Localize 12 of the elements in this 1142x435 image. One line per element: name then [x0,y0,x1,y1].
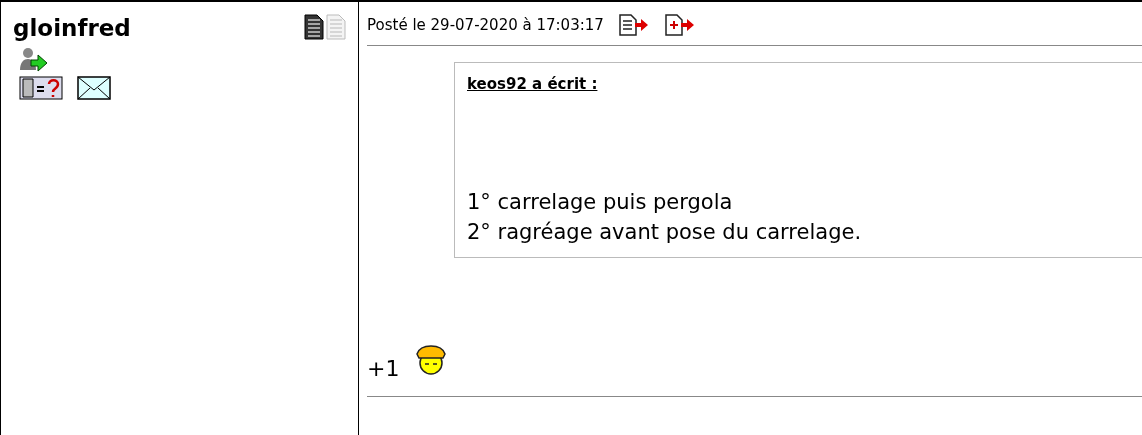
quote-text: 2° ragréage avant pose du carrelage. [467,219,863,246]
quote-text: 1° carrelage puis pergola [467,189,734,216]
document-plus-arrow-icon[interactable] [663,13,696,36]
profile-query-icon[interactable] [19,76,63,100]
quote-author: keos92 a écrit : [467,75,599,93]
user-arrow-icon[interactable] [19,46,49,72]
post-text: +1 [367,355,400,381]
document-arrow-icon[interactable] [617,13,650,36]
envelope-icon[interactable] [77,76,111,100]
username: gloinfred [13,14,131,42]
post-date: Posté le 29-07-2020 à 17:03:17 [367,15,604,34]
document-icon[interactable] [304,14,324,40]
